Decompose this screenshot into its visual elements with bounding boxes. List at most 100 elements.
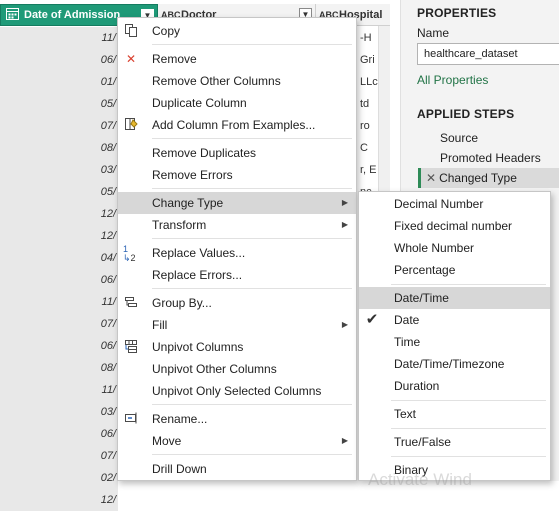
menu-item-label: Transform <box>152 218 207 232</box>
step-source[interactable]: Source <box>418 128 559 148</box>
date-cell[interactable]: 08/ <box>0 357 118 379</box>
date-cell[interactable]: 11/ <box>0 27 118 49</box>
date-cell[interactable]: 05/ <box>0 93 118 115</box>
date-cell[interactable]: 01/ <box>0 71 118 93</box>
menu-item-label: Group By... <box>152 296 212 310</box>
date-cell[interactable]: 02/ <box>0 467 118 489</box>
submenu-arrow-icon: ▶ <box>341 220 348 229</box>
menu-item-label: Time <box>394 335 421 349</box>
date-cell[interactable]: 05/ <box>0 181 118 203</box>
type-time[interactable]: Time <box>359 331 550 353</box>
menu-item-label: Unpivot Columns <box>152 340 244 354</box>
date-cell[interactable]: 03/ <box>0 401 118 423</box>
applied-steps-title: APPLIED STEPS <box>417 107 515 121</box>
menu-item-label: Remove Duplicates <box>152 146 257 160</box>
date-cell[interactable]: 06/ <box>0 49 118 71</box>
date-cell[interactable]: 06/ <box>0 269 118 291</box>
menu-item-fill[interactable]: Fill ▶ <box>118 314 356 336</box>
calendar-type-icon[interactable] <box>4 8 20 22</box>
menu-item-unpivot-columns[interactable]: Unpivot Columns <box>118 336 356 358</box>
menu-separator <box>391 428 546 429</box>
type-duration[interactable]: Duration <box>359 375 550 397</box>
menu-item-unpivot-other-columns[interactable]: Unpivot Other Columns <box>118 358 356 380</box>
all-properties-link[interactable]: All Properties <box>417 73 488 87</box>
step-label: Source <box>440 131 479 145</box>
menu-separator <box>152 138 352 139</box>
menu-item-move[interactable]: Move ▶ <box>118 430 356 452</box>
step-label: Changed Type <box>439 171 517 185</box>
type-text[interactable]: Text <box>359 403 550 425</box>
menu-item-group-by[interactable]: Group By... <box>118 292 356 314</box>
group-by-icon <box>123 295 139 311</box>
type-date-time[interactable]: Date/Time <box>359 287 550 309</box>
date-cell[interactable]: 07/ <box>0 445 118 467</box>
date-cell[interactable]: 12/ <box>0 225 118 247</box>
date-cell[interactable]: 11/ <box>0 291 118 313</box>
menu-item-remove-errors[interactable]: Remove Errors <box>118 164 356 186</box>
menu-item-label: True/False <box>394 435 451 449</box>
menu-item-label: Copy <box>152 24 181 38</box>
menu-item-copy[interactable]: Copy <box>118 20 356 42</box>
menu-item-label: Remove Errors <box>152 168 233 182</box>
date-cell[interactable]: 06/ <box>0 335 118 357</box>
activate-windows-watermark: Activate Wind <box>368 470 472 489</box>
menu-separator <box>152 454 352 455</box>
menu-item-label: Replace Values... <box>152 246 246 260</box>
date-cell[interactable]: 04/ <box>0 247 118 269</box>
menu-item-label: Date <box>394 313 420 327</box>
menu-item-transform[interactable]: Transform ▶ <box>118 214 356 236</box>
column-context-menu: Copy ✕ Remove Remove Other Columns Dupli… <box>117 17 357 481</box>
menu-item-label: Whole Number <box>394 241 475 255</box>
menu-item-label: Drill Down <box>152 462 207 476</box>
menu-item-remove[interactable]: ✕ Remove <box>118 48 356 70</box>
menu-item-replace-values[interactable]: 1 ↳2 Replace Values... <box>118 242 356 264</box>
menu-item-unpivot-only-selected[interactable]: Unpivot Only Selected Columns <box>118 380 356 402</box>
menu-item-replace-errors[interactable]: Replace Errors... <box>118 264 356 286</box>
add-column-examples-icon <box>123 117 139 133</box>
date-cell[interactable]: 07/ <box>0 313 118 335</box>
menu-item-drill-down[interactable]: Drill Down <box>118 458 356 480</box>
date-cell[interactable]: 07/ <box>0 115 118 137</box>
step-changed-type[interactable]: ✕ Changed Type <box>418 168 559 188</box>
menu-separator <box>391 400 546 401</box>
type-whole-number[interactable]: Whole Number <box>359 237 550 259</box>
date-cell[interactable]: 12/ <box>0 203 118 225</box>
menu-separator <box>152 288 352 289</box>
menu-item-label: Text <box>394 407 417 421</box>
submenu-arrow-icon: ▶ <box>341 198 348 207</box>
rename-icon <box>123 411 139 427</box>
date-cell[interactable]: 06/ <box>0 423 118 445</box>
menu-item-change-type[interactable]: Change Type ▶ <box>118 192 356 214</box>
menu-item-add-column-from-examples[interactable]: Add Column From Examples... <box>118 114 356 136</box>
menu-item-label: Duplicate Column <box>152 96 247 110</box>
date-cell[interactable]: 03/ <box>0 159 118 181</box>
menu-item-label: Remove Other Columns <box>152 74 281 88</box>
type-percentage[interactable]: Percentage <box>359 259 550 281</box>
menu-item-label: Remove <box>152 52 197 66</box>
type-date-time-timezone[interactable]: Date/Time/Timezone <box>359 353 550 375</box>
menu-item-label: Replace Errors... <box>152 268 243 282</box>
menu-item-duplicate-column[interactable]: Duplicate Column <box>118 92 356 114</box>
type-date[interactable]: ✔ Date <box>359 309 550 331</box>
change-type-submenu: Decimal Number Fixed decimal number Whol… <box>358 191 551 481</box>
menu-separator <box>152 238 352 239</box>
date-cell[interactable]: 08/ <box>0 137 118 159</box>
copy-icon <box>123 23 139 39</box>
type-true-false[interactable]: True/False <box>359 431 550 453</box>
type-decimal-number[interactable]: Decimal Number <box>359 193 550 215</box>
menu-item-label: Decimal Number <box>394 197 484 211</box>
delete-step-icon[interactable]: ✕ <box>426 171 436 185</box>
menu-item-remove-duplicates[interactable]: Remove Duplicates <box>118 142 356 164</box>
date-cell[interactable]: 12/ <box>0 489 118 511</box>
menu-item-label: Fill <box>152 318 168 332</box>
date-cell[interactable]: 11/ <box>0 379 118 401</box>
query-name-input[interactable]: healthcare_dataset <box>417 43 559 65</box>
menu-item-rename[interactable]: Rename... <box>118 408 356 430</box>
menu-item-remove-other-columns[interactable]: Remove Other Columns <box>118 70 356 92</box>
step-promoted-headers[interactable]: Promoted Headers <box>418 148 559 168</box>
type-fixed-decimal-number[interactable]: Fixed decimal number <box>359 215 550 237</box>
replace-values-icon: 1 ↳2 <box>123 244 136 263</box>
menu-separator <box>152 44 352 45</box>
properties-title: PROPERTIES <box>417 6 497 20</box>
unpivot-icon <box>123 339 139 355</box>
